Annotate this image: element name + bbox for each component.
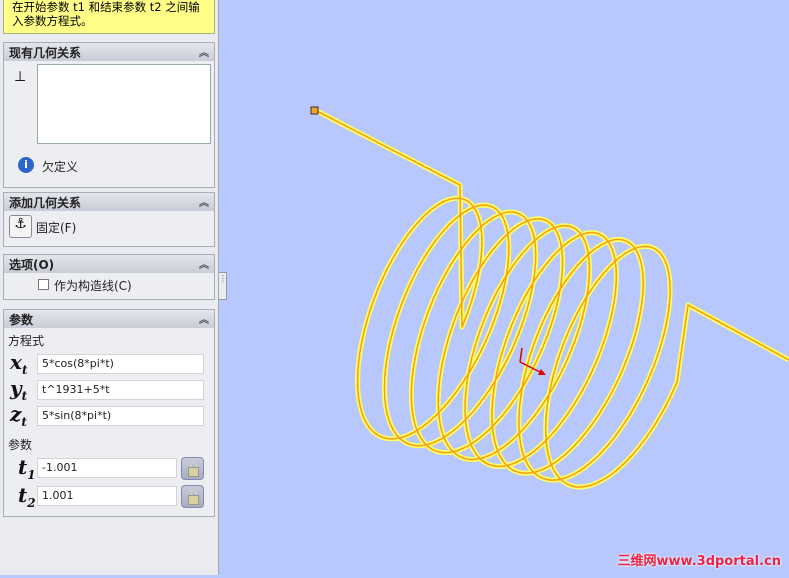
add-relations-group: 添加几何关系 ︽ ⚓ 固定(F) [3, 192, 215, 247]
x-symbol: xt [10, 350, 27, 377]
t-sym: t [18, 455, 28, 479]
parameter-label: 参数 [8, 438, 33, 452]
relations-list[interactable] [37, 64, 211, 144]
group-title: 现有几何关系 [9, 46, 82, 60]
anchor-icon: ⚓ [14, 216, 27, 232]
group-header[interactable]: 现有几何关系 ︽ [4, 43, 214, 61]
t2-symbol: t2 [18, 483, 36, 510]
y-sym: y [10, 376, 22, 400]
hint-message: 在开始参数 t1 和结束参数 t2 之间输入参数方程式。 [3, 0, 215, 34]
existing-relations-group: 现有几何关系 ︽ ⊥ i 欠定义 [3, 42, 215, 188]
relation-icon: ⊥ [14, 69, 27, 85]
lock-icon [188, 467, 199, 477]
status-text: 欠定义 [42, 160, 79, 174]
group-title: 参数 [9, 313, 34, 327]
zt-input[interactable]: 5*sin(8*pi*t) [37, 406, 204, 426]
graphics-viewport[interactable]: 三维网www.3dportal.cn [220, 0, 789, 575]
group-header[interactable]: 添加几何关系 ︽ [4, 193, 214, 211]
info-icon: i [18, 157, 34, 173]
group-title: 添加几何关系 [9, 196, 82, 210]
t1-lock-button[interactable] [181, 457, 204, 480]
construction-checkbox[interactable] [38, 279, 49, 290]
helix-highlight [313, 107, 789, 490]
z-sym: z [10, 402, 22, 426]
group-title: 选项(O) [9, 258, 55, 272]
xt-input[interactable]: 5*cos(8*pi*t) [37, 354, 204, 374]
collapse-icon[interactable]: ︽ [199, 44, 209, 59]
options-group: 选项(O) ︽ 作为构造线(C) [3, 254, 215, 300]
t-sub: t [21, 415, 27, 429]
collapse-icon[interactable]: ︽ [199, 194, 209, 209]
t2-input[interactable]: 1.001 [37, 486, 177, 506]
property-manager: 在开始参数 t1 和结束参数 t2 之间输入参数方程式。 现有几何关系 ︽ ⊥ i… [0, 0, 219, 575]
lock-icon [188, 495, 199, 505]
x-sym: x [10, 350, 22, 374]
sub: 1 [27, 468, 36, 482]
yt-input[interactable]: t^1931+5*t [37, 380, 204, 400]
group-header[interactable]: 参数 ︽ [4, 310, 214, 328]
sub: 2 [27, 496, 36, 510]
t-sym: t [18, 483, 28, 507]
t1-symbol: t1 [18, 455, 36, 482]
watermark: 三维网www.3dportal.cn [617, 554, 781, 569]
equations-label: 方程式 [8, 334, 45, 348]
collapse-icon[interactable]: ︽ [199, 256, 209, 271]
t-sub: t [21, 389, 28, 403]
y-symbol: yt [10, 376, 27, 403]
endpoint-handle[interactable] [310, 106, 319, 115]
t1-input[interactable]: -1.001 [37, 458, 177, 478]
parameters-group: 参数 ︽ 方程式 xt 5*cos(8*pi*t) yt t^1931+5*t z… [3, 309, 215, 517]
t2-lock-button[interactable] [181, 485, 204, 508]
fix-relation-button[interactable]: ⚓ [9, 215, 32, 238]
helix-curve[interactable] [220, 0, 789, 575]
collapse-icon[interactable]: ︽ [199, 311, 209, 326]
group-header[interactable]: 选项(O) ︽ [4, 255, 214, 273]
construction-label: 作为构造线(C) [54, 279, 132, 293]
z-symbol: zt [10, 402, 27, 429]
fix-label[interactable]: 固定(F) [36, 219, 76, 236]
t-sub: t [21, 363, 28, 377]
